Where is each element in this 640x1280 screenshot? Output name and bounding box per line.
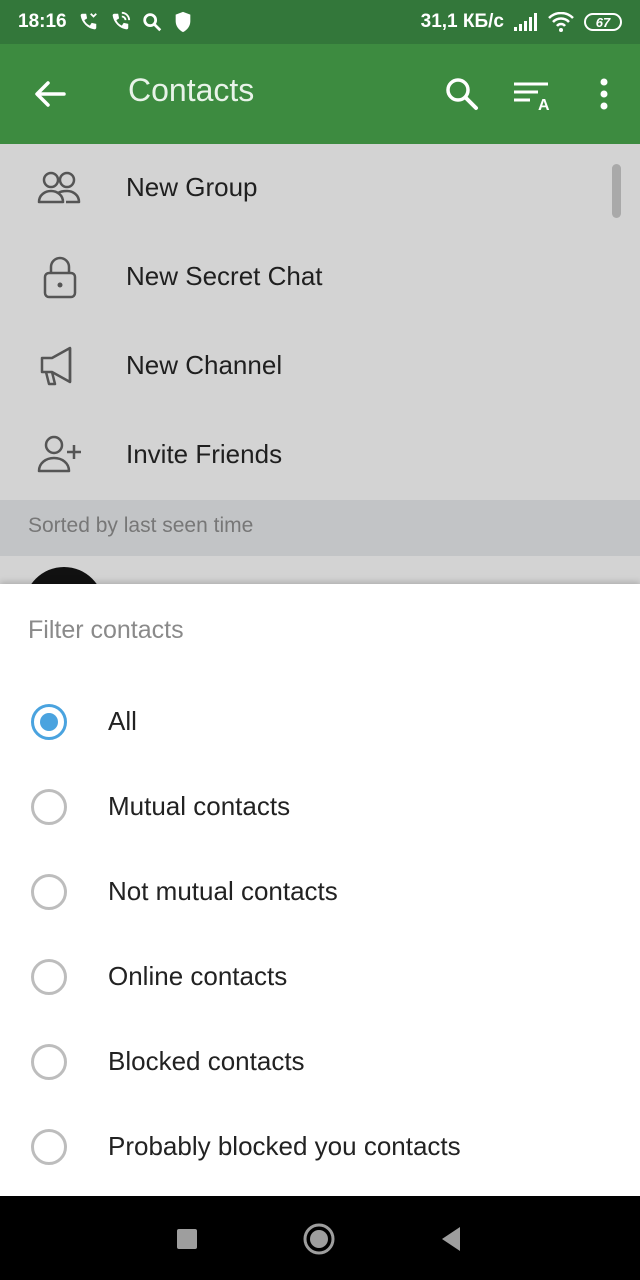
sort-icon[interactable]: A (512, 74, 552, 114)
contact-list-item (0, 556, 640, 586)
status-bar-left: 18:16 (18, 11, 193, 33)
menu-item-new-secret-chat[interactable]: New Secret Chat (0, 233, 640, 322)
section-header: Sorted by last seen time (0, 500, 640, 556)
wifi-call-icon (109, 11, 131, 33)
filter-option-label: Blocked contacts (108, 1046, 305, 1076)
filter-option-label: Mutual contacts (108, 791, 291, 821)
radio-unselected-icon[interactable] (31, 789, 67, 825)
recents-icon[interactable] (170, 1222, 204, 1256)
back-icon[interactable] (434, 1222, 468, 1256)
network-speed: 31,1 КБ/с (420, 11, 504, 32)
sheet-title: Filter contacts (28, 616, 184, 644)
section-header-label: Sorted by last seen time (28, 514, 254, 537)
menu-item-new-channel[interactable]: New Channel (0, 322, 640, 411)
status-bar: 18:16 31,1 КБ/с 67 (0, 0, 640, 44)
radio-unselected-icon[interactable] (31, 959, 67, 995)
add-person-icon (36, 433, 84, 477)
menu-item-label: New Group (126, 172, 258, 202)
shield-icon (173, 11, 193, 33)
megaphone-icon (36, 344, 84, 388)
filter-option-label: Probably blocked you contacts (108, 1131, 461, 1161)
menu-item-label: New Channel (126, 350, 283, 380)
menu-item-new-group[interactable]: New Group (0, 144, 640, 233)
status-bar-right: 31,1 КБ/с 67 (421, 11, 622, 33)
filter-option-all[interactable]: All (0, 682, 640, 767)
filter-option-blocked[interactable]: Blocked contacts (0, 1022, 640, 1107)
contacts-menu: New Group New Secret Chat New Channel In… (0, 144, 640, 500)
filter-option-probably-blocked-you[interactable]: Probably blocked you contacts (0, 1107, 640, 1192)
menu-item-invite-friends[interactable]: Invite Friends (0, 411, 640, 500)
filter-option-label: Not mutual contacts (108, 876, 338, 906)
svg-text:A: A (538, 97, 550, 114)
page-title: Contacts (128, 72, 255, 108)
search-icon (141, 11, 163, 33)
wifi-icon (548, 12, 574, 32)
filter-option-label: All (108, 706, 137, 736)
menu-item-label: New Secret Chat (126, 261, 323, 291)
scrollbar[interactable] (612, 164, 621, 218)
app-bar: Contacts A (0, 44, 640, 144)
missed-call-icon (77, 11, 99, 33)
radio-unselected-icon[interactable] (31, 874, 67, 910)
radio-unselected-icon[interactable] (31, 1044, 67, 1080)
filter-option-mutual[interactable]: Mutual contacts (0, 767, 640, 852)
signal-icon (514, 13, 538, 31)
radio-selected-icon[interactable] (31, 704, 67, 740)
radio-unselected-icon[interactable] (31, 1129, 67, 1165)
search-icon[interactable] (442, 74, 482, 114)
filter-option-label: Online contacts (108, 961, 288, 991)
menu-item-label: Invite Friends (126, 439, 283, 469)
group-icon (36, 166, 84, 210)
home-icon[interactable] (302, 1222, 336, 1256)
filter-contacts-sheet: Filter contacts All Mutual contacts Not … (0, 584, 640, 1196)
battery-icon: 67 (584, 13, 622, 31)
lock-icon (36, 255, 84, 299)
filter-option-not-mutual[interactable]: Not mutual contacts (0, 852, 640, 937)
back-arrow-icon[interactable] (30, 74, 70, 114)
filter-option-online[interactable]: Online contacts (0, 937, 640, 1022)
clock: 18:16 (18, 11, 67, 32)
navigation-bar (0, 1196, 640, 1280)
more-vert-icon[interactable] (584, 74, 624, 114)
